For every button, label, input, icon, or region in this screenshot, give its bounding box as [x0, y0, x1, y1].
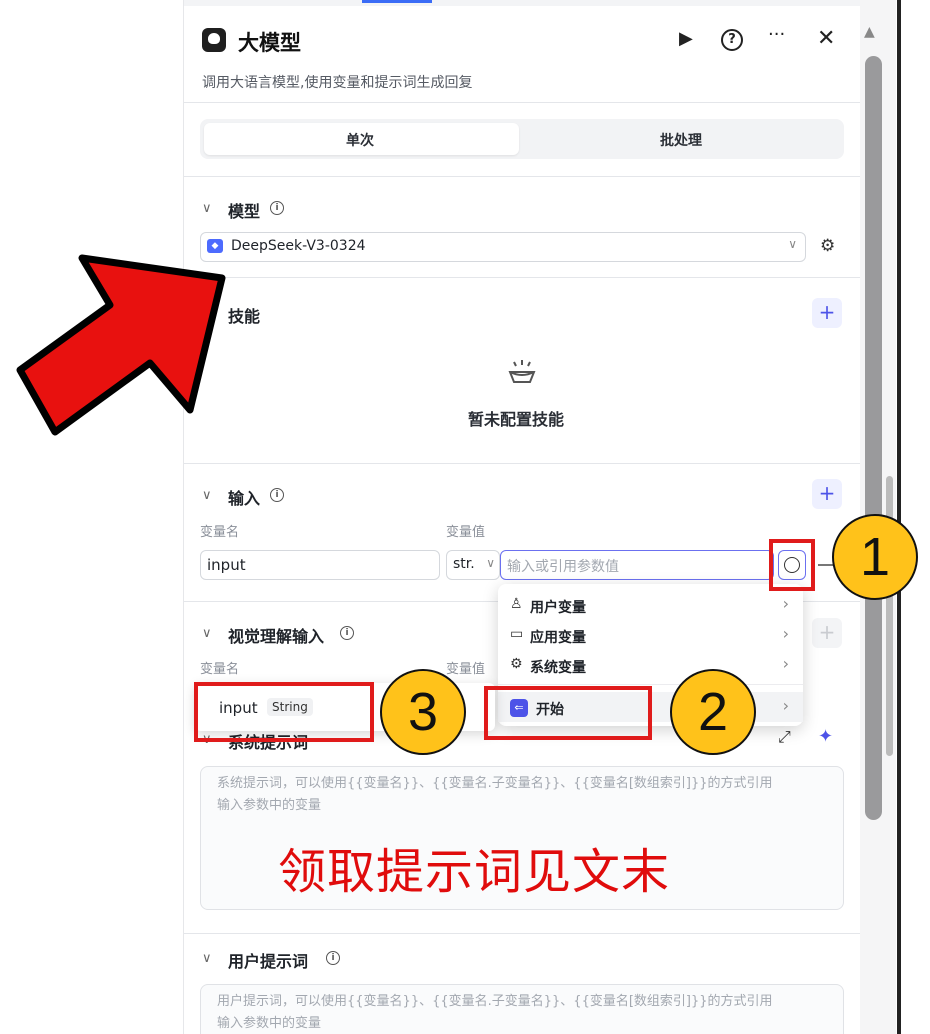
user-icon: ♙	[510, 596, 523, 612]
remove-row-icon[interactable]	[818, 564, 834, 566]
input-var-value-placeholder: 输入或引用参数值	[507, 559, 619, 575]
expand-icon[interactable]: ⤢	[778, 727, 791, 747]
user-prompt-title: 用户提示词	[228, 952, 309, 971]
highlight-box-reference	[769, 539, 815, 591]
info-icon: i	[326, 951, 340, 965]
chevron-down-icon[interactable]: ∨	[202, 951, 212, 966]
add-skill-button[interactable]: +	[812, 298, 842, 328]
ai-sparkle-icon[interactable]: ✦	[818, 726, 833, 747]
vision-col-value: 变量值	[446, 662, 486, 677]
chevron-down-icon[interactable]: ∨	[202, 488, 212, 503]
user-prompt-placeholder-1: 用户提示词，可以使用{{变量名}}、{{变量名.子变量名}}、{{变量名[数组索…	[217, 994, 773, 1009]
highlight-box-input-variable	[194, 682, 374, 742]
chevron-right-icon: ›	[782, 654, 789, 673]
scroll-up-icon[interactable]: ▲	[864, 24, 875, 40]
gear-icon[interactable]: ⚙	[820, 236, 835, 256]
chevron-down-icon: ∨	[486, 556, 495, 570]
chevron-right-icon: ›	[782, 696, 789, 715]
gear-icon: ⚙	[510, 656, 523, 672]
user-prompt-placeholder-2: 输入参数中的变量	[217, 1016, 322, 1031]
top-strip-accent	[362, 0, 432, 3]
menu-item-system-variables[interactable]: ⚙ 系统变量 ›	[498, 650, 803, 680]
user-prompt-textarea[interactable]: 用户提示词，可以使用{{变量名}}、{{变量名.子变量名}}、{{变量名[数组索…	[200, 984, 844, 1034]
input-type-select[interactable]: str. ∨	[446, 550, 500, 580]
add-vision-input-button[interactable]: +	[812, 618, 842, 648]
system-prompt-placeholder-1: 系统提示词，可以使用{{变量名}}、{{变量名.子变量名}}、{{变量名[数组索…	[217, 776, 773, 791]
menu-divider	[498, 684, 803, 685]
window-edge	[897, 0, 901, 1034]
overlay-caption: 领取提示词见文末	[278, 844, 671, 900]
close-icon[interactable]: ✕	[817, 26, 835, 51]
input-var-name-field[interactable]: input	[200, 550, 440, 580]
help-icon[interactable]: ?	[721, 29, 743, 51]
menu-item-user-variables[interactable]: ♙ 用户变量 ›	[498, 590, 803, 620]
input-col-name: 变量名	[200, 525, 240, 540]
chevron-down-icon: ∨	[788, 237, 797, 251]
menu-item-app-variables[interactable]: ▭ 应用变量 ›	[498, 620, 803, 650]
step-badge-3: 3	[380, 669, 466, 755]
input-section-title: 输入	[228, 489, 261, 508]
scrollbar-thumb[interactable]	[865, 56, 882, 820]
menu-item-label: 系统变量	[530, 660, 586, 676]
input-col-value: 变量值	[446, 525, 486, 540]
info-icon: i	[270, 488, 284, 502]
chevron-down-icon[interactable]: ∨	[202, 626, 212, 641]
add-input-button[interactable]: +	[812, 479, 842, 509]
skills-empty-text: 暂未配置技能	[468, 410, 565, 429]
divider	[184, 463, 860, 464]
step-badge-1: 1	[832, 514, 918, 600]
input-var-name-value: input	[207, 556, 246, 574]
tab-single[interactable]: 单次	[346, 130, 374, 150]
highlight-box-start	[484, 686, 652, 740]
info-icon: i	[340, 626, 354, 640]
vision-col-name: 变量名	[200, 662, 240, 677]
tab-batch[interactable]: 批处理	[660, 130, 702, 150]
menu-item-label: 用户变量	[530, 600, 586, 616]
input-var-value-field[interactable]: 输入或引用参数值	[500, 550, 774, 580]
menu-item-label: 应用变量	[530, 630, 586, 646]
input-type-value: str.	[453, 556, 475, 572]
red-arrow-annotation	[16, 254, 226, 436]
divider	[184, 933, 860, 934]
folder-icon: ▭	[510, 626, 524, 642]
chevron-right-icon: ›	[782, 624, 789, 643]
chevron-right-icon: ›	[782, 594, 789, 613]
empty-box-icon	[508, 360, 536, 383]
vision-section-title: 视觉理解输入	[228, 627, 325, 646]
system-prompt-placeholder-2: 输入参数中的变量	[217, 798, 322, 813]
run-icon[interactable]: ▶	[679, 28, 693, 49]
more-icon[interactable]: ···	[768, 24, 785, 45]
step-badge-2: 2	[670, 669, 756, 755]
